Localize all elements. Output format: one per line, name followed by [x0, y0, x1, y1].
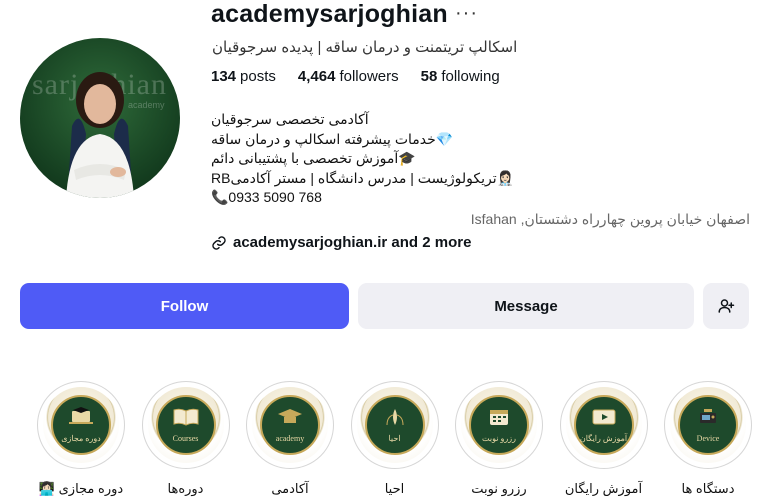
highlight-ring: احیا	[350, 381, 439, 469]
link-text: academysarjoghian.ir and 2 more	[233, 234, 472, 251]
avatar-portrait	[66, 72, 134, 198]
highlight-caption: Courses	[172, 434, 199, 443]
highlight-badge: academy	[260, 395, 320, 455]
profile-username: academysarjoghian	[211, 0, 448, 28]
highlight-ring: رزرو نوبت	[455, 381, 543, 469]
followers-count: 4,464	[297, 68, 336, 85]
profile-subtitle: اسکالپ تریتمنت و درمان ساقه | پدیده سرجو…	[212, 39, 518, 56]
highlight-cover: دوره مجازی	[43, 387, 119, 463]
highlight-caption: آموزش رایگان	[579, 434, 628, 443]
highlight-caption: دوره مجازی	[61, 434, 101, 443]
highlight-badge: Courses	[155, 395, 216, 455]
posts-count: 134	[211, 68, 237, 85]
highlight-cover: احیا	[356, 387, 433, 463]
profile-avatar[interactable]: sarjoghian academy	[20, 38, 180, 198]
more-dots-icon[interactable]: ···	[455, 2, 478, 25]
profile-stats: 134 posts 4,464 followers 58 following	[211, 68, 500, 85]
highlight-label: رزرو نوبت	[471, 481, 527, 496]
laptop-cap-icon	[67, 407, 95, 432]
bio-phone: 📞0933 5090 768	[211, 189, 322, 205]
following-label: following	[441, 68, 500, 85]
highlight-item[interactable]: آموزش رایگان آموزش رایگان	[559, 381, 648, 497]
bio-line: 👩🏻‍⚕️تریکولوژیست | مدرس دانشگاه | مستر آ…	[211, 169, 515, 186]
following-count: 58	[420, 68, 438, 85]
highlight-badge: دوره مجازی	[51, 395, 111, 455]
posts-stat[interactable]: 134 posts	[211, 68, 276, 85]
highlight-cover: Courses	[147, 387, 224, 463]
profile-location: اصفهان خیابان پروین چهارراه دشتستان, Isf…	[470, 211, 750, 227]
highlight-item[interactable]: رزرو نوبت رزرو نوبت	[455, 381, 543, 497]
calendar-icon	[485, 407, 513, 432]
follow-button[interactable]: Follow	[20, 283, 349, 329]
highlight-badge: رزرو نوبت	[469, 395, 529, 455]
highlight-caption: Device	[696, 434, 720, 443]
highlight-cover: Device	[670, 387, 746, 463]
highlight-label: آکادمی	[271, 481, 309, 496]
highlight-badge: احیا	[364, 395, 425, 455]
bio-line: 🎓آموزش تخصصی با پشتیبانی دائم	[211, 150, 416, 166]
add-user-icon	[718, 299, 735, 313]
highlight-caption: academy	[275, 434, 305, 443]
highlight-badge: Device	[678, 395, 738, 455]
highlight-cover: آموزش رایگان	[565, 387, 642, 463]
highlight-ring: academy	[246, 381, 334, 469]
highlight-ring: Courses	[141, 381, 230, 469]
highlight-item[interactable]: Device دستگاه ها	[664, 381, 752, 497]
highlight-ring: دوره مجازی	[37, 381, 125, 469]
hair-icon	[381, 407, 409, 432]
highlight-label: دوره‌ها	[167, 481, 204, 496]
highlight-label: احیا	[384, 481, 405, 496]
profile-bio: آکادمی تخصصی سرجوقیان 💎خدمات پیشرفته اسک…	[211, 110, 514, 208]
bio-line: آکادمی تخصصی سرجوقیان	[211, 111, 369, 127]
highlight-label: دستگاه ها	[681, 481, 735, 496]
highlight-caption: رزرو نوبت	[482, 434, 516, 443]
highlight-item[interactable]: Courses دوره‌ها	[141, 381, 230, 497]
highlight-item[interactable]: دوره مجازی دوره مجازی 👩🏻‍💻	[37, 381, 125, 497]
highlight-ring: آموزش رایگان	[559, 381, 648, 469]
highlight-badge: آموزش رایگان	[573, 395, 634, 455]
message-button[interactable]: Message	[358, 283, 694, 329]
device-icon	[694, 407, 722, 432]
link-icon	[212, 235, 226, 250]
highlight-cover: رزرو نوبت	[461, 387, 537, 463]
highlight-item[interactable]: academy آکادمی	[246, 381, 334, 497]
add-user-button[interactable]	[703, 283, 749, 329]
highlight-caption: احیا	[388, 434, 401, 443]
cap-icon	[276, 407, 304, 432]
highlight-label: آموزش رایگان	[564, 481, 643, 496]
followers-stat[interactable]: 4,464 followers	[298, 68, 399, 85]
book-icon	[172, 407, 200, 432]
following-stat[interactable]: 58 following	[421, 68, 500, 85]
bio-line: 💎خدمات پیشرفته اسکالپ و درمان ساقه	[211, 130, 454, 147]
highlight-item[interactable]: احیا احیا	[350, 381, 439, 497]
profile-link[interactable]: academysarjoghian.ir and 2 more	[211, 234, 471, 251]
posts-label: posts	[240, 68, 276, 85]
highlight-ring: Device	[664, 381, 752, 469]
highlight-label: دوره مجازی 👩🏻‍💻	[38, 481, 124, 496]
video-icon	[590, 407, 618, 432]
followers-label: followers	[339, 68, 399, 85]
highlight-cover: academy	[252, 387, 328, 463]
